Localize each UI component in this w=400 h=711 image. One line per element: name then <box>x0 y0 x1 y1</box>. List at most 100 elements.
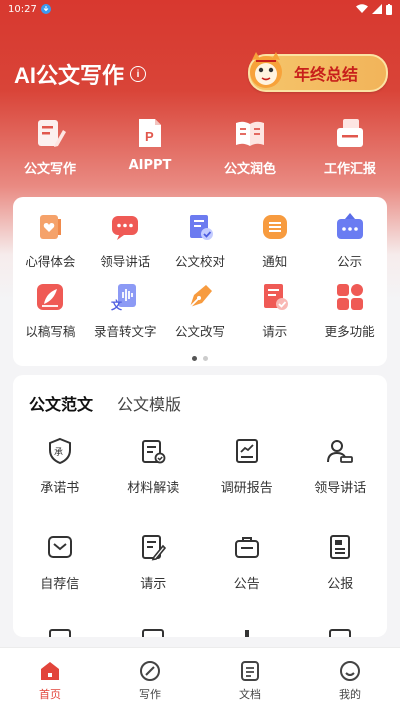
feature-label: 请示 <box>262 324 288 339</box>
doc-type-label: 材料解读 <box>127 481 180 496</box>
feature-label: 更多功能 <box>324 324 375 339</box>
feature-label: 公文改写 <box>174 324 225 339</box>
tool-aippt[interactable]: P AIPPT <box>100 116 200 177</box>
doc-type-announcement[interactable]: 公告 <box>200 533 294 629</box>
bottom-nav: 首页 写作 文档 我的 <box>0 647 400 711</box>
doc-type-label: 承诺书 <box>40 481 80 496</box>
doc-type-speech[interactable]: 领导讲话 <box>294 437 388 533</box>
doc-type-label: 公报 <box>327 577 354 592</box>
edit-doc-icon <box>142 535 167 561</box>
briefcase-icon <box>234 537 259 558</box>
open-book-icon <box>236 121 264 146</box>
feature-request[interactable]: 请示 <box>237 281 312 351</box>
feature-leader-speech[interactable]: 领导讲话 <box>88 211 163 281</box>
tab-templates[interactable]: 公文模版 <box>117 391 181 415</box>
signal-icon <box>372 4 382 14</box>
doc-type-promise[interactable]: 承 承诺书 <box>13 437 107 533</box>
compose-icon <box>140 661 160 681</box>
ppt-file-icon: P <box>139 119 161 147</box>
nav-label: 我的 <box>339 688 361 701</box>
feature-more[interactable]: 更多功能 <box>312 281 387 351</box>
tool-label: 公文润色 <box>223 162 276 177</box>
feature-card: 心得体会 领导讲话 公文校对 通知 公示 以稿写稿 文 录音转文字 公文改写 请… <box>13 197 387 366</box>
check-document-icon <box>189 215 213 240</box>
status-time: 10:27 <box>8 3 37 15</box>
feature-proofread[interactable]: 公文校对 <box>163 211 238 281</box>
tool-label: AIPPT <box>128 158 172 173</box>
feature-label: 领导讲话 <box>100 254 151 269</box>
doc-peek-icon <box>244 630 249 637</box>
promise-shield-icon: 承 <box>48 437 71 465</box>
nav-label: 首页 <box>39 688 61 701</box>
battery-icon <box>386 3 392 15</box>
board-icon <box>336 213 363 239</box>
quill-icon <box>37 284 64 310</box>
status-icons <box>356 3 392 15</box>
feature-label: 录音转文字 <box>93 324 157 339</box>
nav-documents[interactable]: 文档 <box>200 648 300 711</box>
doc-peek-icon <box>329 629 352 637</box>
page-dot[interactable] <box>203 356 208 361</box>
doc-type-bulletin[interactable]: 公报 <box>294 533 388 629</box>
app-title: AI公文写作 i <box>14 58 147 90</box>
envelope-icon <box>47 536 72 558</box>
doc-type-material[interactable]: 材料解读 <box>107 437 201 533</box>
wifi-icon <box>356 4 368 13</box>
nav-label: 文档 <box>239 688 261 701</box>
feature-publicity[interactable]: 公示 <box>312 211 387 281</box>
peek-item <box>13 629 107 637</box>
nav-label: 写作 <box>139 688 161 701</box>
svg-text:文: 文 <box>111 298 123 312</box>
svg-text:承: 承 <box>54 447 63 458</box>
section-tabs: 公文范文 公文模版 <box>13 375 387 415</box>
peek-item <box>200 629 294 637</box>
apps-grid-icon <box>336 284 363 310</box>
template-card: 公文范文 公文模版 承 承诺书 材料解读 调研报告 领导讲话 自荐信 请示 公告… <box>13 375 387 637</box>
doc-type-request[interactable]: 请示 <box>107 533 201 629</box>
feature-label: 以稿写稿 <box>25 324 76 339</box>
feature-audio-to-text[interactable]: 文 录音转文字 <box>88 281 163 351</box>
peek-item <box>294 629 388 637</box>
tiger-mascot-icon <box>250 52 282 88</box>
home-icon <box>41 662 59 680</box>
doc-type-label: 领导讲话 <box>314 481 367 496</box>
doc-type-research[interactable]: 调研报告 <box>200 437 294 533</box>
feature-draft-by-draft[interactable]: 以稿写稿 <box>13 281 88 351</box>
speech-bubble-icon <box>112 216 139 240</box>
doc-type-label: 公告 <box>233 577 260 592</box>
more-items-peek <box>13 629 387 637</box>
status-bar: 10:27 <box>0 0 400 18</box>
download-icon <box>40 4 51 14</box>
speaker-person-icon <box>327 440 354 463</box>
audio-text-icon: 文 <box>111 284 137 312</box>
feature-rewrite[interactable]: 公文改写 <box>163 281 238 351</box>
info-icon[interactable]: i <box>130 66 147 82</box>
nav-home[interactable]: 首页 <box>0 648 100 711</box>
clipboard-check-icon <box>142 440 166 464</box>
year-end-banner[interactable]: 年终总结 <box>248 52 388 92</box>
heart-notebook-icon <box>40 215 62 239</box>
page-dot-active[interactable] <box>192 356 197 361</box>
tab-sample-documents[interactable]: 公文范文 <box>29 391 93 415</box>
peek-item <box>107 629 201 637</box>
doc-type-label: 请示 <box>140 577 167 592</box>
doc-type-self-recommend[interactable]: 自荐信 <box>13 533 107 629</box>
nav-write[interactable]: 写作 <box>100 648 200 711</box>
tool-label: 工作汇报 <box>323 162 376 177</box>
feature-notice[interactable]: 通知 <box>237 211 312 281</box>
nav-profile[interactable]: 我的 <box>300 648 400 711</box>
tool-polish[interactable]: 公文润色 <box>200 116 300 177</box>
doc-peek-icon <box>48 629 71 637</box>
feature-label: 公文校对 <box>174 254 225 269</box>
page-title: AI公文写作 <box>14 63 125 88</box>
tool-official-writing[interactable]: 公文写作 <box>0 116 100 177</box>
top-tools: 公文写作 P AIPPT 公文润色 工作汇报 <box>0 116 400 177</box>
svg-text:P: P <box>145 129 154 144</box>
report-stack-icon <box>337 119 363 147</box>
bulletin-icon <box>330 535 351 559</box>
banner-text: 年终总结 <box>294 65 359 84</box>
feature-experience[interactable]: 心得体会 <box>13 211 88 281</box>
tool-label: 公文写作 <box>23 162 76 177</box>
notice-icon <box>262 215 287 239</box>
tool-report[interactable]: 工作汇报 <box>300 116 400 177</box>
